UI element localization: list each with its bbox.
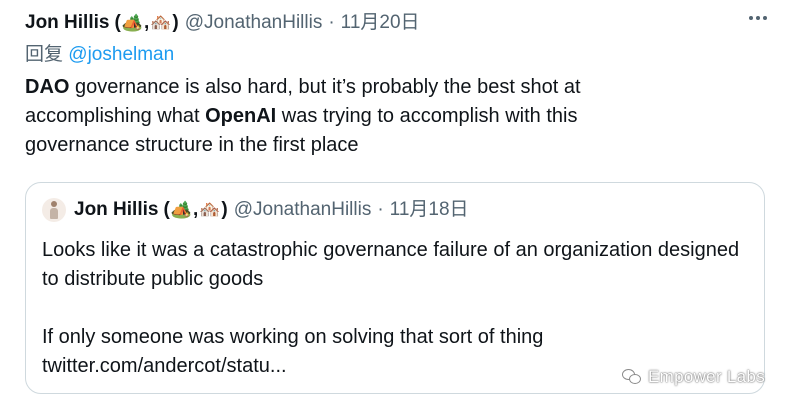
more-horizontal-icon[interactable] — [749, 16, 767, 20]
reply-mention-link[interactable]: @joshelman — [68, 44, 174, 65]
author-emoji-sep: , — [143, 12, 150, 33]
quoted-author-name: Jon Hillis — [74, 199, 159, 220]
quoted-tweet-text: Looks like it was a catastrophic governa… — [42, 239, 740, 348]
author-emoji-open: ( — [114, 12, 121, 33]
reply-context: 回复 @joshelman — [25, 42, 771, 68]
watermark: Empower Labs — [622, 367, 765, 387]
watermark-label: Empower Labs — [648, 367, 765, 386]
wechat-icon — [622, 369, 642, 385]
separator-dot: · — [328, 12, 335, 33]
quoted-tweet-date: 11月18日 — [389, 199, 469, 220]
quoted-separator-dot: · — [377, 199, 384, 220]
houses-emoji-icon: 🏘️ — [150, 13, 172, 32]
reply-prefix: 回复 — [25, 44, 64, 65]
tweet[interactable]: Jon Hillis ( 🏕️ , 🏘️ ) @JonathanHillis ·… — [0, 0, 791, 411]
author-emoji-close: ) — [172, 12, 179, 33]
body-bold-dao: DAO — [25, 76, 70, 98]
tweet-date[interactable]: 11月20日 — [341, 10, 420, 36]
author-name[interactable]: Jon Hillis — [25, 10, 109, 36]
author-handle[interactable]: @JonathanHillis — [185, 10, 323, 36]
quoted-tweet-header: Jon Hillis ( 🏕️ , 🏘️ ) @JonathanHillis ·… — [42, 197, 748, 223]
camping-emoji-icon: 🏕️ — [170, 200, 192, 219]
quoted-tweet-card[interactable]: Jon Hillis ( 🏕️ , 🏘️ ) @JonathanHillis ·… — [25, 182, 765, 394]
houses-emoji-icon: 🏘️ — [199, 200, 221, 219]
quoted-author-handle: @JonathanHillis — [233, 199, 372, 220]
quoted-emoji-close: ) — [221, 199, 228, 220]
camping-emoji-icon: 🏕️ — [121, 13, 143, 32]
avatar[interactable] — [42, 198, 66, 222]
quoted-emoji-open: ( — [163, 199, 170, 220]
tweet-body: DAO governance is also hard, but it’s pr… — [25, 73, 675, 160]
body-bold-openai: OpenAI — [205, 105, 277, 127]
quoted-emoji-sep: , — [192, 199, 199, 220]
tweet-header: Jon Hillis ( 🏕️ , 🏘️ ) @JonathanHillis ·… — [25, 10, 771, 36]
